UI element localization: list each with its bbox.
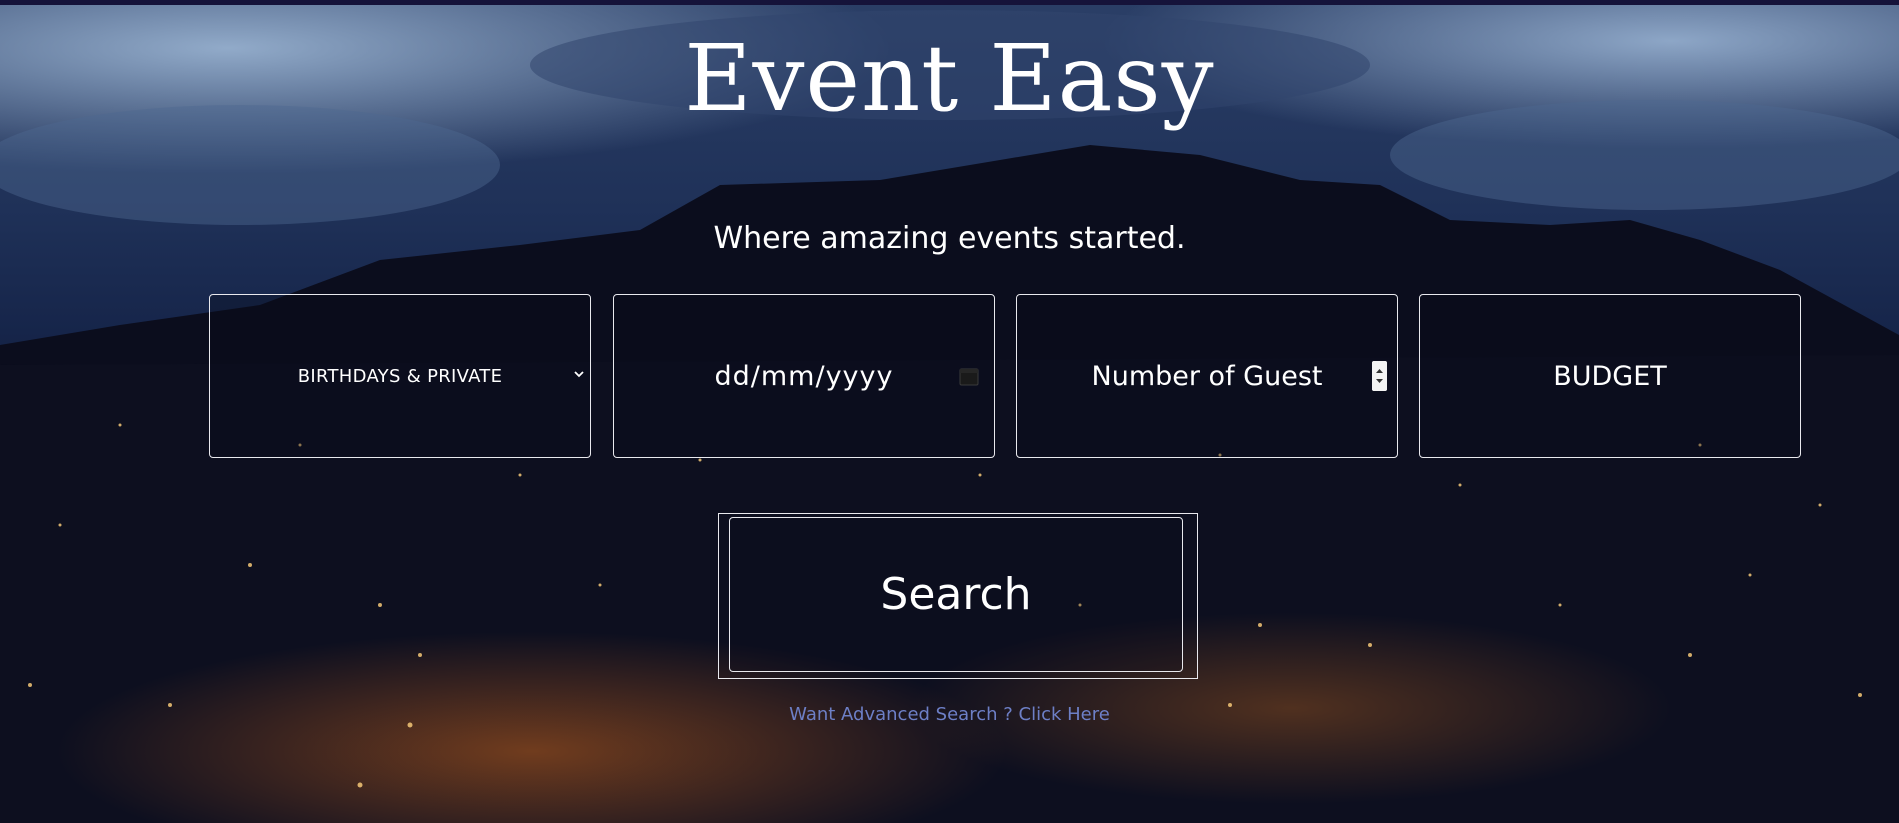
spinner-icon[interactable] [1372,361,1387,391]
event-date-input[interactable]: dd/mm/yyyy [613,294,995,458]
event-type-select[interactable]: BIRTHDAYS & PRIVATE [209,294,591,458]
guest-count-placeholder: Number of Guest [1091,360,1323,392]
event-date-placeholder: dd/mm/yyyy [714,360,894,392]
site-tagline: Where amazing events started. [713,221,1186,256]
advanced-search-link[interactable]: Want Advanced Search ? Click Here [0,704,1899,725]
site-title: Event Easy [684,25,1215,132]
budget-input[interactable]: BUDGET [1419,294,1801,458]
budget-placeholder: BUDGET [1553,360,1667,392]
chevron-down-icon [574,371,584,378]
guest-count-input[interactable]: Number of Guest [1016,294,1398,458]
calendar-icon[interactable] [958,365,980,387]
event-type-selected-label: BIRTHDAYS & PRIVATE [297,365,503,387]
search-button[interactable]: Search [729,517,1183,672]
